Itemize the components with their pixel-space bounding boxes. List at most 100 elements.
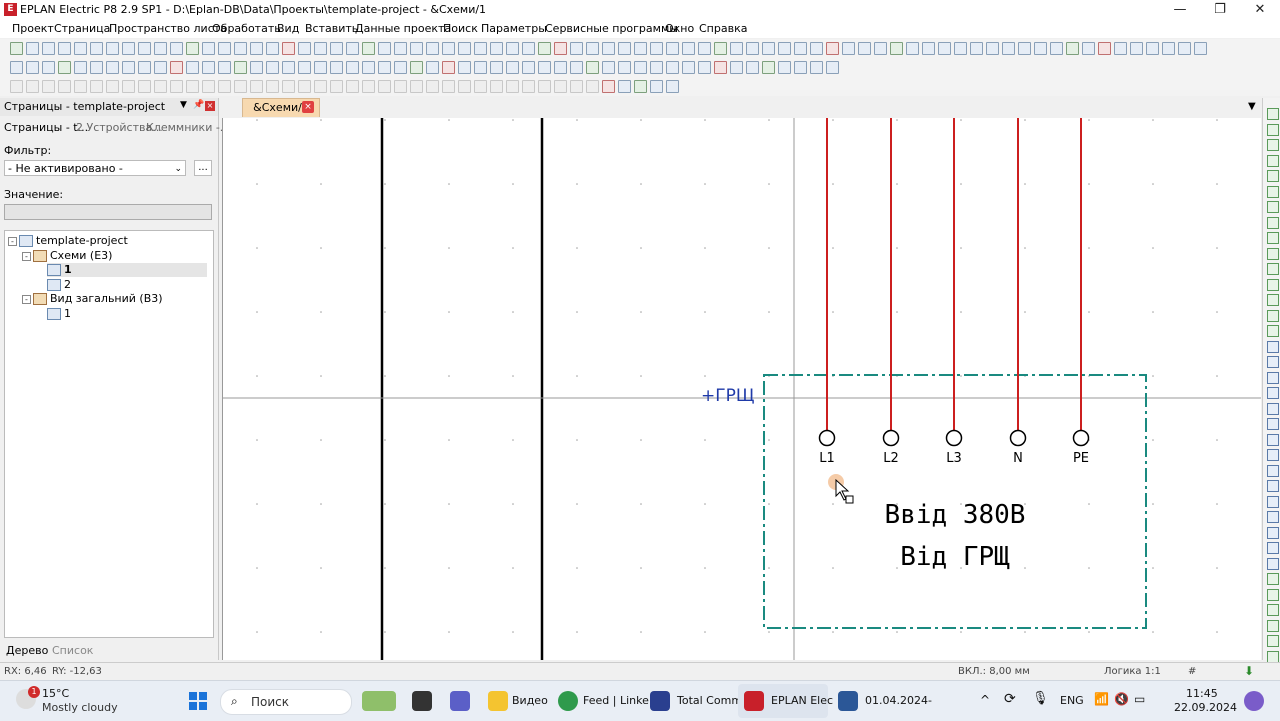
- toolbar-button-icon[interactable]: [506, 42, 519, 55]
- toolbar-button-icon[interactable]: [730, 61, 743, 74]
- toolbar-button-icon[interactable]: [42, 61, 55, 74]
- toolbar-button-icon[interactable]: [554, 42, 567, 55]
- palette-symbol-icon[interactable]: [1267, 139, 1279, 151]
- toolbar-button-icon[interactable]: [474, 42, 487, 55]
- toolbar-button-icon[interactable]: [234, 61, 247, 74]
- toolbar-button-icon[interactable]: [954, 42, 967, 55]
- language-indicator[interactable]: ENG: [1060, 694, 1084, 707]
- toolbar-button-icon[interactable]: [266, 42, 279, 55]
- minimize-button[interactable]: —: [1160, 0, 1200, 20]
- menu-search[interactable]: Поиск: [443, 22, 478, 35]
- palette-symbol-icon[interactable]: [1267, 325, 1279, 337]
- close-tab-icon[interactable]: ×: [302, 101, 314, 113]
- toolbar-button-icon[interactable]: [666, 61, 679, 74]
- filter-select[interactable]: - Не активировано - ⌄: [4, 160, 186, 176]
- toolbar-button-icon[interactable]: [810, 61, 823, 74]
- close-button[interactable]: ✕: [1240, 0, 1280, 20]
- toolbar-button-icon[interactable]: [186, 42, 199, 55]
- toolbar-button-icon[interactable]: [442, 42, 455, 55]
- word-icon[interactable]: [838, 691, 858, 711]
- clock-time[interactable]: 11:45: [1186, 687, 1218, 700]
- toolbar-button-icon[interactable]: [1146, 42, 1159, 55]
- palette-symbol-icon[interactable]: [1267, 341, 1279, 353]
- toolbar-button-icon[interactable]: [506, 61, 519, 74]
- toolbar-button-icon[interactable]: [42, 42, 55, 55]
- collapse-icon[interactable]: -: [22, 251, 31, 261]
- tree-node[interactable]: Схеми (E3): [33, 249, 207, 263]
- filter-settings-button[interactable]: ...: [194, 160, 212, 176]
- maximize-button[interactable]: ❐: [1200, 0, 1240, 20]
- taskbar-app-eplan[interactable]: EPLAN Elec: [771, 694, 833, 707]
- palette-symbol-icon[interactable]: [1267, 635, 1279, 647]
- toolbar-button-icon[interactable]: [74, 42, 87, 55]
- toolbar-button-icon[interactable]: [650, 80, 663, 93]
- tab-list[interactable]: Список: [52, 644, 93, 657]
- toolbar-button-icon[interactable]: [1178, 42, 1191, 55]
- weather-desc[interactable]: Mostly cloudy: [42, 701, 118, 714]
- toolbar-button-icon[interactable]: [682, 61, 695, 74]
- toolbar-button-icon[interactable]: [618, 42, 631, 55]
- toolbar-button-icon[interactable]: [922, 42, 935, 55]
- toolbar-button-icon[interactable]: [586, 42, 599, 55]
- palette-symbol-icon[interactable]: [1267, 542, 1279, 554]
- toolbar-button-icon[interactable]: [394, 61, 407, 74]
- toolbar-button-icon[interactable]: [314, 61, 327, 74]
- palette-symbol-icon[interactable]: [1267, 434, 1279, 446]
- palette-symbol-icon[interactable]: [1267, 356, 1279, 368]
- toolbar-button-icon[interactable]: [106, 42, 119, 55]
- toolbar-button-icon[interactable]: [1162, 42, 1175, 55]
- palette-symbol-icon[interactable]: [1267, 372, 1279, 384]
- palette-symbol-icon[interactable]: [1267, 217, 1279, 229]
- task-view-icon[interactable]: [412, 691, 432, 711]
- terminal-symbol[interactable]: [1009, 429, 1027, 447]
- toolbar-button-icon[interactable]: [570, 61, 583, 74]
- toolbar-button-icon[interactable]: [490, 42, 503, 55]
- palette-symbol-icon[interactable]: [1267, 465, 1279, 477]
- toolbar-button-icon[interactable]: [666, 80, 679, 93]
- toolbar-button-icon[interactable]: [730, 42, 743, 55]
- toolbar-button-icon[interactable]: [698, 61, 711, 74]
- toolbar-button-icon[interactable]: [1098, 42, 1111, 55]
- toolbar-button-icon[interactable]: [634, 80, 647, 93]
- toolbar-button-icon[interactable]: [154, 42, 167, 55]
- toolbar-button-icon[interactable]: [586, 61, 599, 74]
- value-input[interactable]: [4, 204, 212, 220]
- toolbar-button-icon[interactable]: [858, 42, 871, 55]
- palette-symbol-icon[interactable]: [1267, 418, 1279, 430]
- toolbar-button-icon[interactable]: [602, 61, 615, 74]
- toolbar-button-icon[interactable]: [410, 61, 423, 74]
- toolbar-button-icon[interactable]: [298, 42, 311, 55]
- menu-utilities[interactable]: Сервисные программы: [545, 22, 678, 35]
- collapse-icon[interactable]: -: [8, 237, 17, 246]
- toolbar-button-icon[interactable]: [426, 42, 439, 55]
- microphone-icon[interactable]: 🎙: [1032, 691, 1049, 706]
- palette-symbol-icon[interactable]: [1267, 108, 1279, 120]
- toolbar-button-icon[interactable]: [298, 61, 311, 74]
- palette-symbol-icon[interactable]: [1267, 263, 1279, 275]
- toolbar-button-icon[interactable]: [1114, 42, 1127, 55]
- menu-help[interactable]: Справка: [699, 22, 747, 35]
- download-icon[interactable]: ⬇: [1244, 664, 1254, 678]
- toolbar-button-icon[interactable]: [186, 61, 199, 74]
- toolbar-button-icon[interactable]: [218, 61, 231, 74]
- toolbar-button-icon[interactable]: [762, 42, 775, 55]
- toolbar-button-icon[interactable]: [938, 42, 951, 55]
- toolbar-button-icon[interactable]: [458, 42, 471, 55]
- tree-node[interactable]: Вид загальний (В3): [33, 292, 207, 306]
- toolbar-button-icon[interactable]: [570, 42, 583, 55]
- toolbar-button-icon[interactable]: [746, 61, 759, 74]
- toolbar-button-icon[interactable]: [618, 61, 631, 74]
- palette-symbol-icon[interactable]: [1267, 155, 1279, 167]
- palette-symbol-icon[interactable]: [1267, 248, 1279, 260]
- panel-close-icon[interactable]: ×: [205, 101, 215, 111]
- schematic-canvas[interactable]: +ГРЩ L1 L2 L3 N PE Ввід 380В Від ГРЩ: [222, 118, 1261, 660]
- palette-symbol-icon[interactable]: [1267, 124, 1279, 136]
- collapse-icon[interactable]: -: [22, 295, 31, 305]
- toolbar-button-icon[interactable]: [58, 61, 71, 74]
- menu-sheet-space[interactable]: Пространство листа: [109, 22, 227, 35]
- palette-symbol-icon[interactable]: [1267, 294, 1279, 306]
- toolbar-button-icon[interactable]: [1194, 42, 1207, 55]
- toolbar-button-icon[interactable]: [282, 42, 295, 55]
- toolbar-button-icon[interactable]: [26, 42, 39, 55]
- toolbar-button-icon[interactable]: [362, 42, 375, 55]
